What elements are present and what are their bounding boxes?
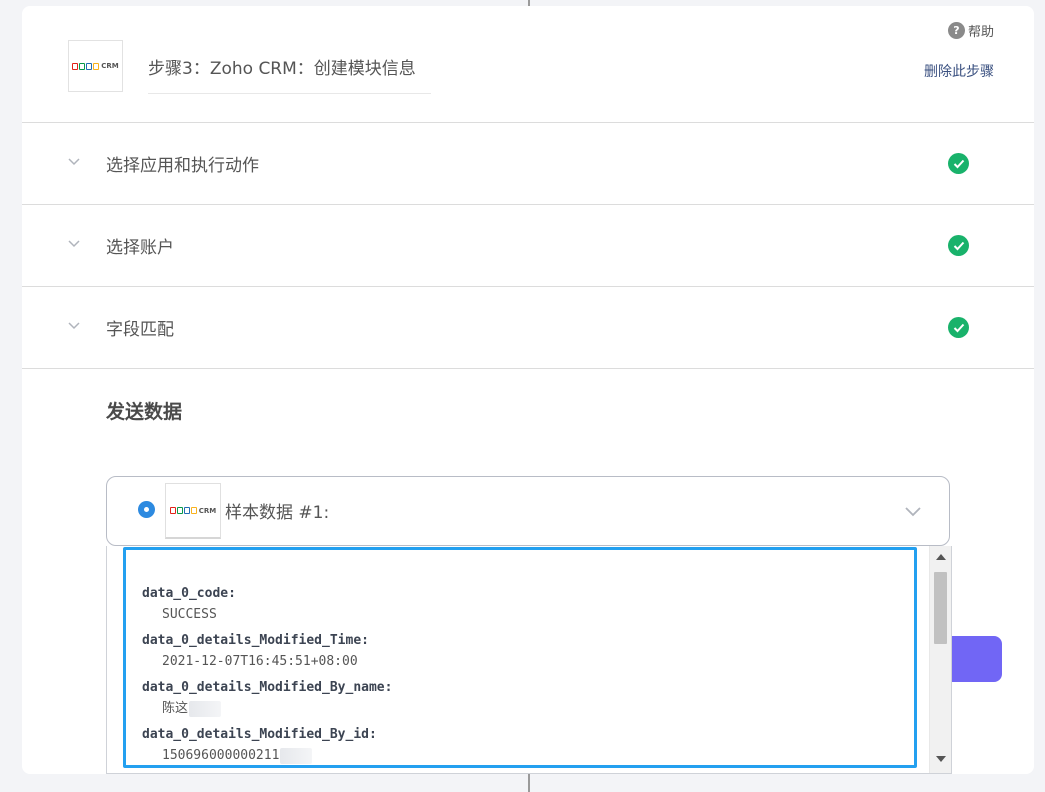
field-value: 2021-12-07T16:45:51+08:00 bbox=[162, 654, 358, 669]
data-field: data_0_details_Modified_By_name: 陈这 bbox=[142, 678, 914, 721]
zoho-logo-blocks-icon bbox=[169, 507, 197, 514]
zoho-crm-logo: CRM bbox=[165, 483, 221, 539]
step-header: CRM 步骤3：Zoho CRM：创建模块信息 ? 帮助 删除此步骤 bbox=[22, 6, 1034, 123]
redacted-mask bbox=[280, 748, 313, 764]
field-key: data_0_details_Modified_Time: bbox=[142, 633, 369, 648]
sample-radio[interactable] bbox=[138, 501, 155, 518]
field-value: SUCCESS bbox=[162, 607, 217, 622]
scroll-thumb[interactable] bbox=[934, 572, 947, 644]
step-title[interactable]: 步骤3：Zoho CRM：创建模块信息 bbox=[148, 54, 431, 94]
delete-step-link[interactable]: 删除此步骤 bbox=[924, 61, 994, 81]
section-select-account[interactable]: 选择账户 bbox=[22, 205, 1034, 287]
sample-label: 样本数据 #1: bbox=[225, 503, 330, 523]
question-icon: ? bbox=[947, 22, 965, 39]
sample-data-list: data_0_code: SUCCESS data_0_details_Modi… bbox=[123, 547, 917, 768]
redacted-mask bbox=[189, 701, 222, 717]
zoho-crm-logo: CRM bbox=[68, 40, 123, 92]
section-select-app[interactable]: 选择应用和执行动作 bbox=[22, 123, 1034, 205]
section-label: 选择账户 bbox=[106, 238, 174, 258]
chevron-down-icon bbox=[905, 507, 921, 517]
field-value: 150696000000211 bbox=[142, 744, 914, 765]
section-label: 字段匹配 bbox=[106, 320, 174, 340]
scroll-up-icon[interactable] bbox=[936, 554, 946, 560]
chevron-down-icon bbox=[68, 240, 80, 248]
scroll-down-icon[interactable] bbox=[936, 756, 946, 762]
check-circle-icon bbox=[948, 317, 969, 338]
data-field: data_0_details_Modified_By_id: 150696000… bbox=[142, 725, 914, 765]
section-field-mapping[interactable]: 字段匹配 bbox=[22, 287, 1034, 369]
help-label: 帮助 bbox=[967, 25, 994, 40]
chevron-down-icon bbox=[68, 158, 80, 166]
sample-data-panel[interactable]: data_0_code: SUCCESS data_0_details_Modi… bbox=[106, 546, 952, 774]
logo-text: CRM bbox=[198, 506, 217, 515]
field-key: data_0_details_Modified_By_id: bbox=[142, 727, 377, 742]
data-field: data_0_code: SUCCESS bbox=[142, 584, 914, 627]
send-data-title: 发送数据 bbox=[106, 401, 183, 423]
data-field: data_0_details_Modified_Time: 2021-12-07… bbox=[142, 631, 914, 674]
field-key: data_0_code: bbox=[142, 586, 236, 601]
check-circle-icon bbox=[948, 153, 969, 174]
sample-data-select[interactable]: CRM 样本数据 #1: bbox=[106, 476, 950, 546]
chevron-down-icon bbox=[68, 322, 80, 330]
check-circle-icon bbox=[948, 235, 969, 256]
help-link[interactable]: ? 帮助 bbox=[947, 21, 994, 40]
logo-text: CRM bbox=[101, 62, 119, 70]
vertical-scrollbar[interactable] bbox=[929, 546, 951, 773]
field-value: 陈这 bbox=[142, 697, 914, 721]
section-label: 选择应用和执行动作 bbox=[106, 156, 259, 176]
field-key: data_0_details_Modified_By_name: bbox=[142, 680, 393, 695]
flow-connector-bottom bbox=[528, 774, 530, 792]
zoho-logo-blocks-icon bbox=[72, 62, 100, 70]
